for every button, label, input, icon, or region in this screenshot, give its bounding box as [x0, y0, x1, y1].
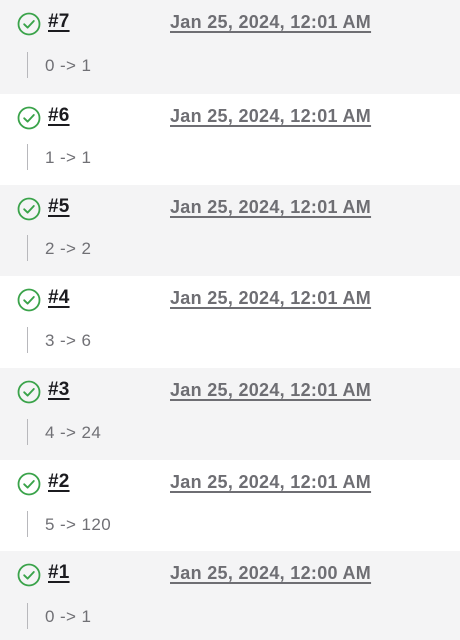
- success-check-icon: [17, 380, 41, 404]
- build-description: 1 -> 1: [45, 148, 92, 167]
- build-row: #7 Jan 25, 2024, 12:01 AM 0 -> 1: [0, 0, 460, 94]
- build-timestamp-link[interactable]: Jan 25, 2024, 12:01 AM: [170, 197, 371, 218]
- build-number-link[interactable]: #6: [48, 105, 70, 127]
- description-divider: [27, 327, 28, 353]
- success-check-icon: [17, 563, 41, 587]
- build-row: #6 Jan 25, 2024, 12:01 AM 1 -> 1: [0, 94, 460, 185]
- description-divider: [27, 603, 28, 629]
- build-row: #1 Jan 25, 2024, 12:00 AM 0 -> 1: [0, 551, 460, 640]
- description-divider: [27, 144, 28, 170]
- success-check-icon: [17, 288, 41, 312]
- build-number-link[interactable]: #2: [48, 471, 70, 493]
- build-row: #3 Jan 25, 2024, 12:01 AM 4 -> 24: [0, 368, 460, 460]
- build-description: 0 -> 1: [45, 607, 92, 626]
- build-row: #5 Jan 25, 2024, 12:01 AM 2 -> 2: [0, 185, 460, 276]
- success-check-icon: [17, 106, 41, 130]
- build-number-link[interactable]: #5: [48, 196, 70, 218]
- build-description: 2 -> 2: [45, 239, 92, 258]
- build-number-link[interactable]: #7: [48, 11, 70, 33]
- success-check-icon: [17, 197, 41, 221]
- build-description: 0 -> 1: [45, 56, 92, 75]
- build-timestamp-link[interactable]: Jan 25, 2024, 12:01 AM: [170, 380, 371, 401]
- build-row: #4 Jan 25, 2024, 12:01 AM 3 -> 6: [0, 276, 460, 368]
- build-description: 5 -> 120: [45, 515, 112, 534]
- build-description: 3 -> 6: [45, 331, 92, 350]
- build-timestamp-link[interactable]: Jan 25, 2024, 12:01 AM: [170, 288, 371, 309]
- build-number-link[interactable]: #1: [48, 562, 70, 584]
- build-row: #2 Jan 25, 2024, 12:01 AM 5 -> 120: [0, 460, 460, 551]
- build-number-link[interactable]: #3: [48, 379, 70, 401]
- build-description: 4 -> 24: [45, 423, 102, 442]
- success-check-icon: [17, 472, 41, 496]
- build-timestamp-link[interactable]: Jan 25, 2024, 12:00 AM: [170, 563, 371, 584]
- description-divider: [27, 419, 28, 445]
- description-divider: [27, 52, 28, 78]
- build-timestamp-link[interactable]: Jan 25, 2024, 12:01 AM: [170, 472, 371, 493]
- build-history-list: #7 Jan 25, 2024, 12:01 AM 0 -> 1 #6 Jan …: [0, 0, 460, 640]
- description-divider: [27, 235, 28, 261]
- build-timestamp-link[interactable]: Jan 25, 2024, 12:01 AM: [170, 106, 371, 127]
- build-number-link[interactable]: #4: [48, 287, 70, 309]
- description-divider: [27, 511, 28, 537]
- build-timestamp-link[interactable]: Jan 25, 2024, 12:01 AM: [170, 12, 371, 33]
- success-check-icon: [17, 12, 41, 36]
